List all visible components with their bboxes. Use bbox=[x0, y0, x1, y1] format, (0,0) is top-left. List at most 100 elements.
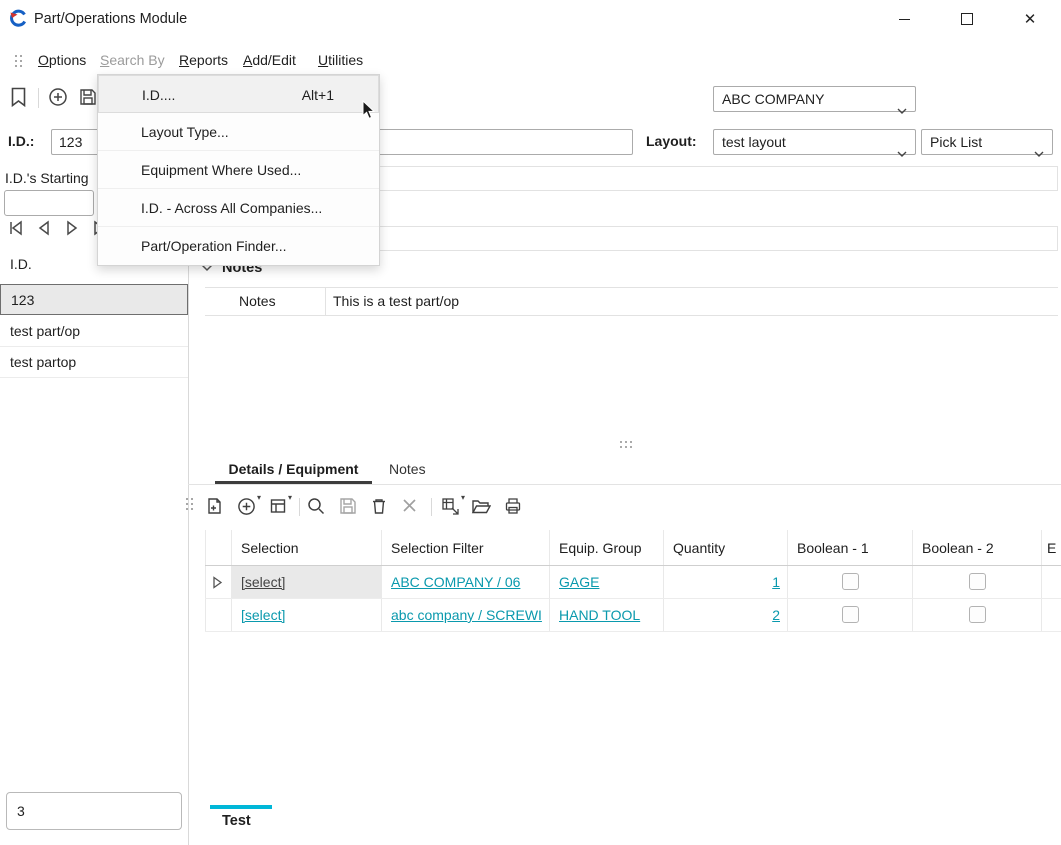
column-header-equip-group[interactable]: Equip. Group bbox=[559, 540, 642, 556]
menubar-grip-handle[interactable] bbox=[15, 55, 23, 68]
menu-item-layout-type[interactable]: Layout Type... bbox=[98, 113, 379, 151]
minimize-button[interactable] bbox=[881, 0, 927, 38]
id-input-value: 123 bbox=[59, 134, 82, 150]
selection-filter-link[interactable]: abc company / SCREWI bbox=[391, 607, 543, 623]
mouse-cursor bbox=[362, 100, 376, 123]
list-item[interactable]: test partop bbox=[0, 347, 188, 378]
nav-prev-button[interactable] bbox=[34, 218, 54, 238]
equip-group-link[interactable]: GAGE bbox=[559, 574, 599, 590]
menu-item-label: Layout Type... bbox=[141, 124, 229, 140]
add-button[interactable] bbox=[48, 87, 68, 107]
add-row-button[interactable]: ▾ bbox=[237, 497, 256, 516]
column-header-boolean-1[interactable]: Boolean - 1 bbox=[797, 540, 869, 556]
boolean-2-checkbox[interactable] bbox=[969, 606, 986, 623]
search-icon bbox=[307, 497, 325, 515]
selection-filter-link[interactable]: ABC COMPANY / 06 bbox=[391, 574, 520, 590]
table-row: [select] abc company / SCREWI HAND TOOL … bbox=[206, 599, 1061, 631]
nav-prev-icon bbox=[34, 218, 54, 238]
details-toolbar: ▾ ▾ ▾ bbox=[203, 492, 1061, 524]
menu-item-add-edit[interactable]: Add/Edit bbox=[243, 52, 296, 68]
notes-row-label: Notes bbox=[239, 293, 276, 309]
row-expander-icon[interactable] bbox=[212, 576, 223, 589]
bookmark-button[interactable] bbox=[10, 87, 27, 107]
window-title: Part/Operations Module bbox=[34, 11, 187, 27]
nav-next-icon bbox=[62, 218, 82, 238]
menu-item-label: I.D. - Across All Companies... bbox=[141, 200, 322, 216]
title-bar: Part/Operations Module ✕ bbox=[0, 0, 1061, 38]
tabs-underline bbox=[188, 484, 1061, 485]
export-grid-icon bbox=[441, 497, 460, 516]
column-header-partial[interactable]: E bbox=[1047, 540, 1056, 556]
quantity-link[interactable]: 2 bbox=[673, 607, 780, 623]
starting-label: I.D.'s Starting bbox=[5, 170, 89, 186]
notes-row-value[interactable]: This is a test part/op bbox=[333, 293, 459, 309]
save-button[interactable] bbox=[339, 497, 357, 515]
description-field[interactable] bbox=[293, 166, 1058, 191]
menu-item-label: Equipment Where Used... bbox=[141, 162, 301, 178]
menu-item-options[interactable]: Options bbox=[38, 52, 86, 68]
company-select[interactable]: ABC COMPANY bbox=[713, 86, 916, 112]
menu-item-id-across-all-companies[interactable]: I.D. - Across All Companies... bbox=[98, 189, 379, 227]
menu-item-part-operation-finder[interactable]: Part/Operation Finder... bbox=[98, 227, 379, 265]
bookmark-icon bbox=[10, 87, 27, 107]
app-logo-icon bbox=[8, 8, 28, 31]
nav-next-button[interactable] bbox=[62, 218, 82, 238]
cancel-button[interactable] bbox=[401, 497, 418, 514]
search-button[interactable] bbox=[307, 497, 325, 515]
starting-with-input[interactable] bbox=[4, 190, 94, 216]
nav-first-button[interactable] bbox=[6, 218, 26, 238]
table-row: [select] ABC COMPANY / 06 GAGE 1 bbox=[206, 566, 1061, 598]
tab-notes[interactable]: Notes bbox=[389, 456, 426, 483]
boolean-2-checkbox[interactable] bbox=[969, 573, 986, 590]
close-button[interactable]: ✕ bbox=[1007, 0, 1053, 38]
boolean-1-checkbox[interactable] bbox=[842, 606, 859, 623]
open-button[interactable] bbox=[471, 498, 491, 515]
panel-divider[interactable] bbox=[188, 248, 189, 845]
layout-label: Layout: bbox=[646, 133, 697, 149]
menu-item-equipment-where-used[interactable]: Equipment Where Used... bbox=[98, 151, 379, 189]
cancel-x-icon bbox=[401, 497, 418, 514]
list-item[interactable]: test part/op bbox=[0, 316, 188, 347]
search-by-menu: I.D.... Alt+1 Layout Type... Equipment W… bbox=[97, 74, 380, 266]
new-record-icon bbox=[205, 497, 223, 515]
details-toolbar-grip[interactable] bbox=[186, 498, 194, 511]
equip-group-link[interactable]: HAND TOOL bbox=[559, 607, 640, 623]
print-button[interactable] bbox=[504, 497, 522, 515]
list-item[interactable]: 123 bbox=[0, 284, 188, 315]
form-view-button[interactable]: ▾ bbox=[269, 497, 287, 515]
menu-item-utilities[interactable]: Utilities bbox=[318, 52, 363, 68]
menu-item-label: I.D.... bbox=[142, 87, 175, 103]
layout-select[interactable]: test layout bbox=[713, 129, 916, 155]
chevron-down-icon bbox=[897, 97, 907, 121]
notes-grid-row: Notes This is a test part/op bbox=[205, 287, 1058, 316]
maximize-button[interactable] bbox=[944, 0, 990, 38]
tab-test[interactable]: Test bbox=[222, 813, 251, 829]
column-header-boolean-2[interactable]: Boolean - 2 bbox=[922, 540, 994, 556]
menu-item-id[interactable]: I.D.... Alt+1 bbox=[98, 75, 379, 113]
menu-item-search-by[interactable]: Search By bbox=[100, 52, 165, 68]
splitter-handle[interactable] bbox=[620, 441, 633, 449]
record-count-input[interactable]: 3 bbox=[6, 792, 182, 830]
tab-details-equipment[interactable]: Details / Equipment bbox=[215, 456, 372, 483]
menu-item-reports[interactable]: Reports bbox=[179, 52, 228, 68]
delete-button[interactable] bbox=[370, 497, 388, 515]
save-record-button[interactable] bbox=[79, 88, 97, 106]
export-grid-button[interactable]: ▾ bbox=[441, 497, 460, 516]
add-circle-icon bbox=[237, 497, 256, 516]
picklist-select[interactable]: Pick List bbox=[921, 129, 1053, 155]
column-header-selection[interactable]: Selection bbox=[241, 540, 299, 556]
column-header-selection-filter[interactable]: Selection Filter bbox=[391, 540, 484, 556]
picklist-select-value: Pick List bbox=[930, 134, 982, 150]
company-select-value: ABC COMPANY bbox=[722, 91, 824, 107]
boolean-1-checkbox[interactable] bbox=[842, 573, 859, 590]
layout-select-value: test layout bbox=[722, 134, 786, 150]
select-link[interactable]: [select] bbox=[241, 574, 285, 590]
column-header-quantity[interactable]: Quantity bbox=[673, 540, 725, 556]
add-record-button[interactable] bbox=[205, 497, 223, 515]
minimize-icon bbox=[899, 19, 910, 20]
chevron-down-icon bbox=[1034, 140, 1044, 164]
quantity-link[interactable]: 1 bbox=[673, 574, 780, 590]
select-link[interactable]: [select] bbox=[241, 607, 285, 623]
save-icon bbox=[79, 88, 97, 106]
open-folder-icon bbox=[471, 498, 491, 515]
